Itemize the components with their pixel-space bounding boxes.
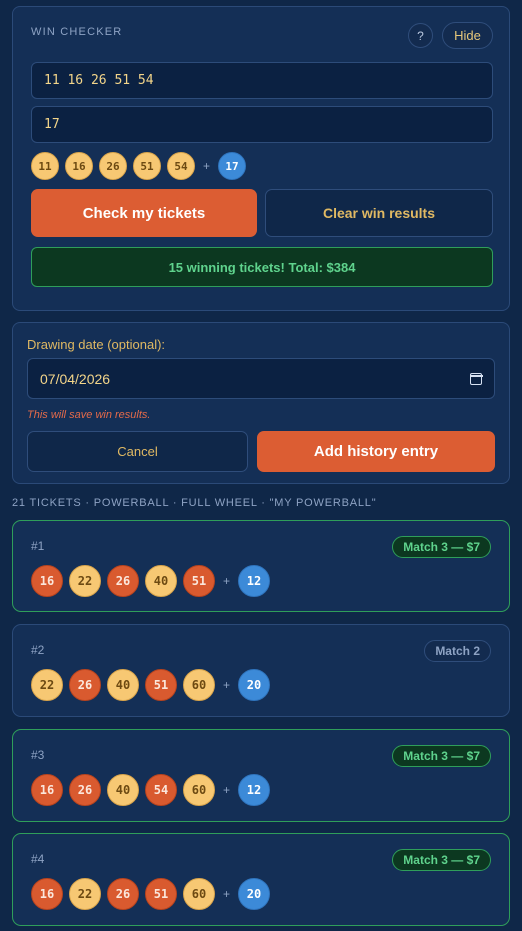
plus-sign: + [223,783,231,797]
ticket-number: #3 [31,748,45,762]
ticket-ball: 60 [183,669,215,701]
ticket-ball: 54 [145,774,177,806]
ticket-balls: 16 22 26 51 60 +20 [31,878,276,910]
preview-ball: 11 [31,152,59,180]
add-history-entry-button[interactable]: Add history entry [257,431,495,472]
win-checker-title: WIN CHECKER [31,26,123,38]
clear-win-results-button[interactable]: Clear win results [265,189,493,237]
plus-sign: + [223,887,231,901]
win-checker-panel: WIN CHECKER ? Hide 11 16 26 51 54 17 11 … [12,6,510,311]
calendar-icon[interactable] [469,372,483,385]
ticket-ball: 26 [69,774,101,806]
drawing-date-label: Drawing date (optional): [27,337,166,352]
ticket-ball: 22 [69,565,101,597]
ticket-number: #4 [31,852,45,866]
drawing-date-input[interactable]: 07/04/2026 [27,358,495,399]
ticket-ball: 26 [107,565,139,597]
drawing-date-value: 07/04/2026 [40,370,111,387]
save-warning: This will save win results. [27,409,151,421]
preview-ball: 26 [99,152,127,180]
ticket-balls: 16 26 40 54 60 +12 [31,774,276,806]
ticket-balls: 16 22 26 40 51 +12 [31,565,276,597]
ticket-number: #2 [31,643,45,657]
ticket-powerball: 20 [238,669,271,701]
plus-sign: + [223,574,231,588]
ticket-powerball: 12 [238,565,271,597]
ticket-card: #4 Match 3 — $7 16 22 26 51 60 +20 [12,833,510,926]
ticket-ball: 22 [31,669,63,701]
powerball-input[interactable]: 17 [31,106,493,143]
plus-sign: + [203,159,211,173]
ticket-powerball: 12 [238,774,271,806]
winning-numbers-input[interactable]: 11 16 26 51 54 [31,62,493,99]
ticket-ball: 16 [31,774,63,806]
match-badge: Match 3 — $7 [392,536,491,558]
preview-ball: 16 [65,152,93,180]
ticket-card: #2 Match 2 22 26 40 51 60 +20 [12,624,510,717]
preview-ball: 54 [167,152,195,180]
ticket-number: #1 [31,539,45,553]
ticket-ball: 22 [69,878,101,910]
tickets-summary: 21 TICKETS · POWERBALL · FULL WHEEL · "M… [12,497,377,509]
match-badge: Match 2 [424,640,491,662]
win-result-banner: 15 winning tickets! Total: $384 [31,247,493,287]
preview-ball: 51 [133,152,161,180]
match-badge: Match 3 — $7 [392,745,491,767]
ticket-card: #3 Match 3 — $7 16 26 40 54 60 +12 [12,729,510,822]
ticket-ball: 16 [31,565,63,597]
match-badge: Match 3 — $7 [392,849,491,871]
ticket-ball: 40 [107,669,139,701]
help-button[interactable]: ? [408,23,433,48]
check-tickets-button[interactable]: Check my tickets [31,189,257,237]
ticket-ball: 40 [145,565,177,597]
cancel-button[interactable]: Cancel [27,431,248,472]
winning-numbers-preview: 11 16 26 51 54 + 17 [31,152,252,180]
ticket-ball: 26 [69,669,101,701]
ticket-powerball: 20 [238,878,271,910]
preview-powerball: 17 [218,152,247,180]
ticket-ball: 26 [107,878,139,910]
ticket-ball: 60 [183,774,215,806]
hide-button[interactable]: Hide [442,22,493,49]
ticket-ball: 51 [145,878,177,910]
ticket-card: #1 Match 3 — $7 16 22 26 40 51 +12 [12,520,510,612]
ticket-ball: 51 [145,669,177,701]
ticket-ball: 40 [107,774,139,806]
ticket-ball: 60 [183,878,215,910]
page: WIN CHECKER ? Hide 11 16 26 51 54 17 11 … [0,0,522,931]
ticket-ball: 51 [183,565,215,597]
plus-sign: + [223,678,231,692]
ticket-balls: 22 26 40 51 60 +20 [31,669,276,701]
ticket-ball: 16 [31,878,63,910]
history-entry-panel: Drawing date (optional): 07/04/2026 This… [12,322,510,484]
